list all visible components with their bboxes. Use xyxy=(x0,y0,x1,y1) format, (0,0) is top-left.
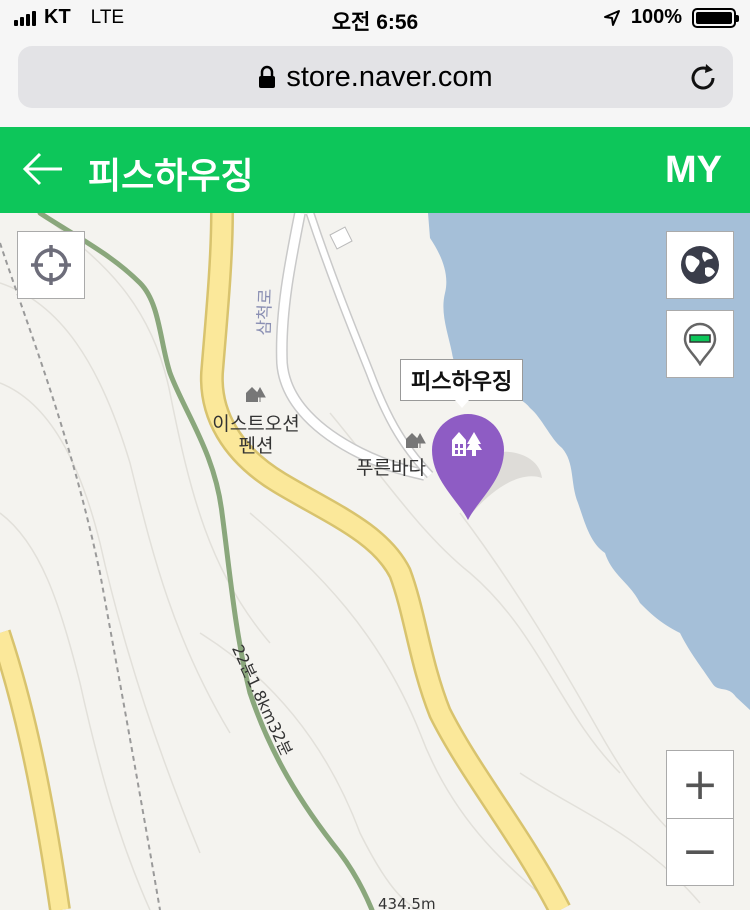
battery-icon xyxy=(692,7,739,28)
marker-label[interactable]: 피스하우징 xyxy=(400,359,524,408)
map-type-button[interactable] xyxy=(666,231,734,299)
globe-icon xyxy=(681,246,719,284)
crosshair-icon xyxy=(31,245,71,285)
url-text: store.naver.com xyxy=(286,60,493,93)
battery-percent: 100% xyxy=(630,6,682,28)
zoom-in-label: + xyxy=(681,758,719,810)
zoom-in-button[interactable]: + xyxy=(666,750,734,818)
status-bar: KT LTE 오전 6:56 100% xyxy=(0,0,750,40)
elevation-label: 434.5m xyxy=(378,895,436,910)
lodging-icon xyxy=(406,432,426,448)
lodging-icon xyxy=(246,386,266,402)
browser-toolbar: store.naver.com xyxy=(0,40,750,127)
page-title: 피스하우징 xyxy=(88,156,254,197)
place-label-pureunbada: 푸른바다 xyxy=(356,457,426,479)
my-button[interactable]: MY xyxy=(665,149,722,192)
zoom-out-label: − xyxy=(681,826,719,877)
map-canvas xyxy=(0,213,750,910)
place-label-east-ocean: 이스트오션 펜션 xyxy=(212,413,300,457)
app-header: 피스하우징 MY xyxy=(0,127,750,213)
address-bar[interactable]: store.naver.com xyxy=(18,46,733,108)
road-name-label: 삼척로 xyxy=(254,288,277,336)
marker-lodging-icon[interactable] xyxy=(430,410,550,520)
zoom-out-button[interactable]: − xyxy=(666,818,734,886)
lock-icon xyxy=(259,65,276,88)
map-pin-toggle-icon xyxy=(683,322,717,366)
back-arrow-icon[interactable] xyxy=(22,149,64,189)
map-view[interactable]: 삼척로 22분1.8km32분 434.5m 이스트오션 펜션 푸른바다 피스하… xyxy=(0,213,750,910)
location-arrow-icon xyxy=(603,9,620,26)
marker-toggle-button[interactable] xyxy=(666,310,734,378)
reload-icon[interactable] xyxy=(687,60,719,94)
current-location-button[interactable] xyxy=(17,231,85,299)
